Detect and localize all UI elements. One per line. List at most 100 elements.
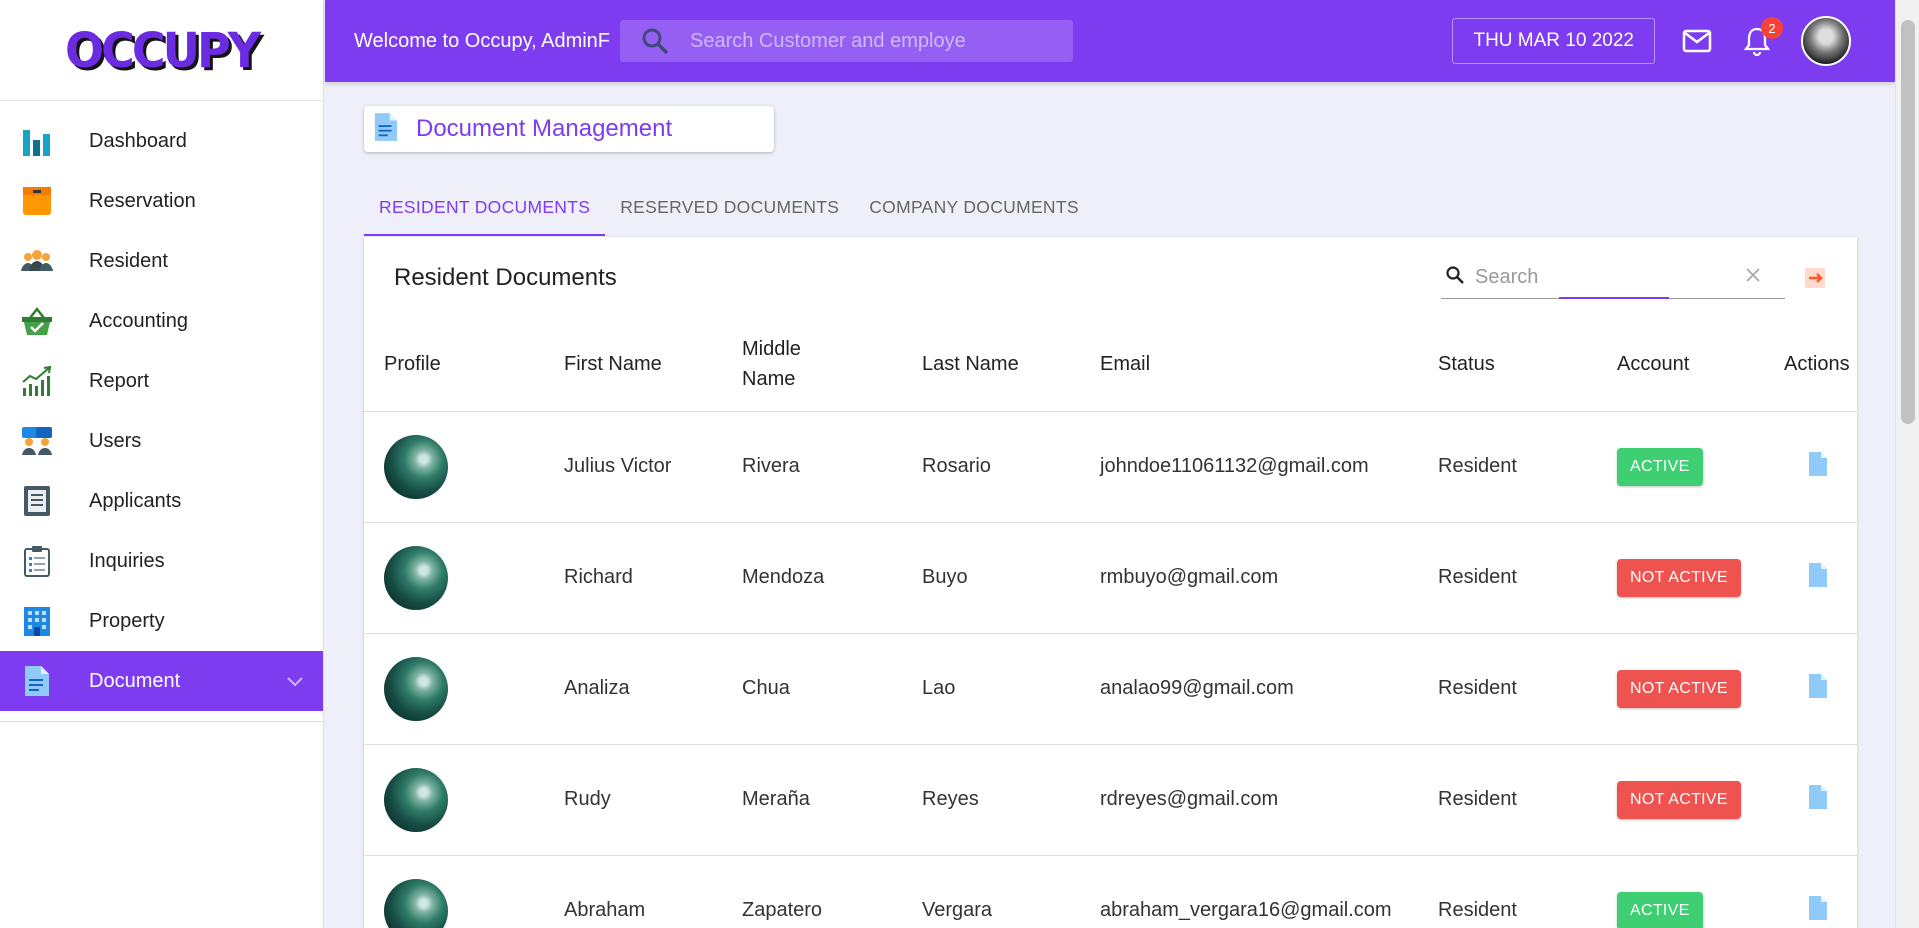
people-icon xyxy=(20,244,54,278)
logo-area: OCCUPY xyxy=(0,0,323,101)
table-title: Resident Documents xyxy=(394,263,617,291)
status-cell: Resident xyxy=(1418,855,1597,928)
checklist-icon xyxy=(20,544,54,578)
user-avatar[interactable] xyxy=(1801,16,1851,66)
table-search xyxy=(1441,257,1785,299)
sidebar-divider xyxy=(0,721,323,722)
middle-name-cell: Meraña xyxy=(722,744,902,856)
status-cell: Resident xyxy=(1418,633,1597,745)
account-cell: NOT ACTIVE xyxy=(1597,744,1764,856)
document-icon xyxy=(374,112,398,147)
email-cell: rmbuyo@gmail.com xyxy=(1080,522,1418,634)
column-header-middle-line2: Name xyxy=(742,368,796,391)
sidebar-item-inquiries[interactable]: Inquiries xyxy=(0,531,323,591)
middle-name-cell: Mendoza xyxy=(722,522,902,634)
last-name-cell: Buyo xyxy=(902,522,1080,634)
sidebar-item-resident[interactable]: Resident xyxy=(0,231,323,291)
middle-name-cell: Rivera xyxy=(722,411,902,523)
top-header: Welcome to Occupy, AdminF THU MAR 10 202… xyxy=(325,0,1895,82)
documents-table-card: Resident Documents Profile First Name Mi… xyxy=(364,237,1857,928)
app-logo[interactable]: OCCUPY xyxy=(65,22,261,79)
chevron-down-icon[interactable] xyxy=(287,670,303,693)
last-name-cell: Lao xyxy=(902,633,1080,745)
column-header-actions: Actions xyxy=(1764,318,1857,412)
clear-icon[interactable] xyxy=(1745,267,1761,288)
column-header-middle-line1: Middle xyxy=(742,338,801,361)
view-document-icon[interactable] xyxy=(1808,895,1828,927)
tab-company-documents[interactable]: COMPANY DOCUMENTS xyxy=(854,183,1094,236)
column-header-account[interactable]: Account xyxy=(1597,318,1764,412)
search-icon xyxy=(1445,265,1465,290)
document-tabs: RESIDENT DOCUMENTS RESERVED DOCUMENTS CO… xyxy=(364,183,1094,236)
table-row[interactable]: Julius Victor Rivera Rosario johndoe1106… xyxy=(364,411,1857,523)
view-document-icon[interactable] xyxy=(1808,673,1828,705)
header-search-input[interactable] xyxy=(690,29,990,53)
account-cell: NOT ACTIVE xyxy=(1597,633,1764,745)
sidebar-item-applicants[interactable]: Applicants xyxy=(0,471,323,531)
basket-icon xyxy=(20,304,54,338)
column-header-status[interactable]: Status xyxy=(1418,318,1597,412)
sidebar-item-accounting[interactable]: Accounting xyxy=(0,291,323,351)
column-header-middle-name[interactable]: Middle Name xyxy=(722,318,902,412)
sidebar-item-dashboard[interactable]: Dashboard xyxy=(0,111,323,171)
clipboard-icon xyxy=(20,484,54,518)
middle-name-cell: Chua xyxy=(722,633,902,745)
tab-resident-documents[interactable]: RESIDENT DOCUMENTS xyxy=(364,183,606,236)
status-cell: Resident xyxy=(1418,522,1597,634)
table-row[interactable]: Abraham Zapatero Vergara abraham_vergara… xyxy=(364,855,1857,928)
status-cell: Resident xyxy=(1418,744,1597,856)
column-header-email[interactable]: Email xyxy=(1080,318,1418,412)
status-cell: Resident xyxy=(1418,411,1597,523)
profile-cell xyxy=(364,633,544,745)
sidebar-item-users[interactable]: Users xyxy=(0,411,323,471)
sidebar-item-report[interactable]: Report xyxy=(0,351,323,411)
resident-avatar xyxy=(384,434,448,499)
sidebar-item-label: Resident xyxy=(89,249,168,272)
column-header-profile[interactable]: Profile xyxy=(364,318,544,412)
view-document-icon[interactable] xyxy=(1808,784,1828,816)
mail-icon[interactable] xyxy=(1679,23,1715,59)
notification-bell-icon[interactable]: 2 xyxy=(1739,17,1783,59)
sidebar-item-property[interactable]: Property xyxy=(0,591,323,651)
actions-cell xyxy=(1764,522,1857,634)
sidebar-item-label: Inquiries xyxy=(89,549,165,572)
table-row[interactable]: Rudy Meraña Reyes rdreyes@gmail.com Resi… xyxy=(364,744,1857,856)
page-scrollbar[interactable] xyxy=(1895,0,1919,928)
profile-cell xyxy=(364,411,544,523)
first-name-cell: Rudy xyxy=(544,744,722,856)
table-row[interactable]: Analiza Chua Lao analao99@gmail.com Resi… xyxy=(364,633,1857,745)
column-header-first-name[interactable]: First Name xyxy=(544,318,722,412)
middle-name-cell: Zapatero xyxy=(722,855,902,928)
sidebar-item-label: Accounting xyxy=(89,309,188,332)
sidebar-item-document[interactable]: Document xyxy=(0,651,323,711)
account-status-badge: NOT ACTIVE xyxy=(1617,558,1741,597)
view-document-icon[interactable] xyxy=(1808,451,1828,483)
resident-avatar xyxy=(384,545,448,610)
email-cell: analao99@gmail.com xyxy=(1080,633,1418,745)
scrollbar-thumb[interactable] xyxy=(1901,20,1915,424)
last-name-cell: Rosario xyxy=(902,411,1080,523)
header-search xyxy=(620,20,1073,62)
export-icon[interactable] xyxy=(1803,266,1827,290)
sidebar-item-label: Applicants xyxy=(89,489,182,512)
actions-cell xyxy=(1764,411,1857,523)
date-display: THU MAR 10 2022 xyxy=(1452,18,1655,64)
sidebar-item-label: Property xyxy=(89,609,165,632)
column-header-last-name[interactable]: Last Name xyxy=(902,318,1080,412)
account-cell: NOT ACTIVE xyxy=(1597,522,1764,634)
table-row[interactable]: Richard Mendoza Buyo rmbuyo@gmail.com Re… xyxy=(364,522,1857,634)
first-name-cell: Richard xyxy=(544,522,722,634)
account-cell: ACTIVE xyxy=(1597,855,1764,928)
profile-cell xyxy=(364,855,544,928)
email-cell: abraham_vergara16@gmail.com xyxy=(1080,855,1418,928)
search-focus-indicator xyxy=(1559,296,1669,299)
table-search-input[interactable] xyxy=(1475,265,1745,289)
view-document-icon[interactable] xyxy=(1808,562,1828,594)
sidebar-item-reservation[interactable]: Reservation xyxy=(0,171,323,231)
resident-avatar xyxy=(384,878,448,928)
tab-reserved-documents[interactable]: RESERVED DOCUMENTS xyxy=(605,183,854,236)
resident-avatar xyxy=(384,767,448,832)
sidebar-item-label: Report xyxy=(89,369,150,392)
first-name-cell: Analiza xyxy=(544,633,722,745)
documents-table: Profile First Name Middle Name Last Name … xyxy=(364,318,1857,928)
